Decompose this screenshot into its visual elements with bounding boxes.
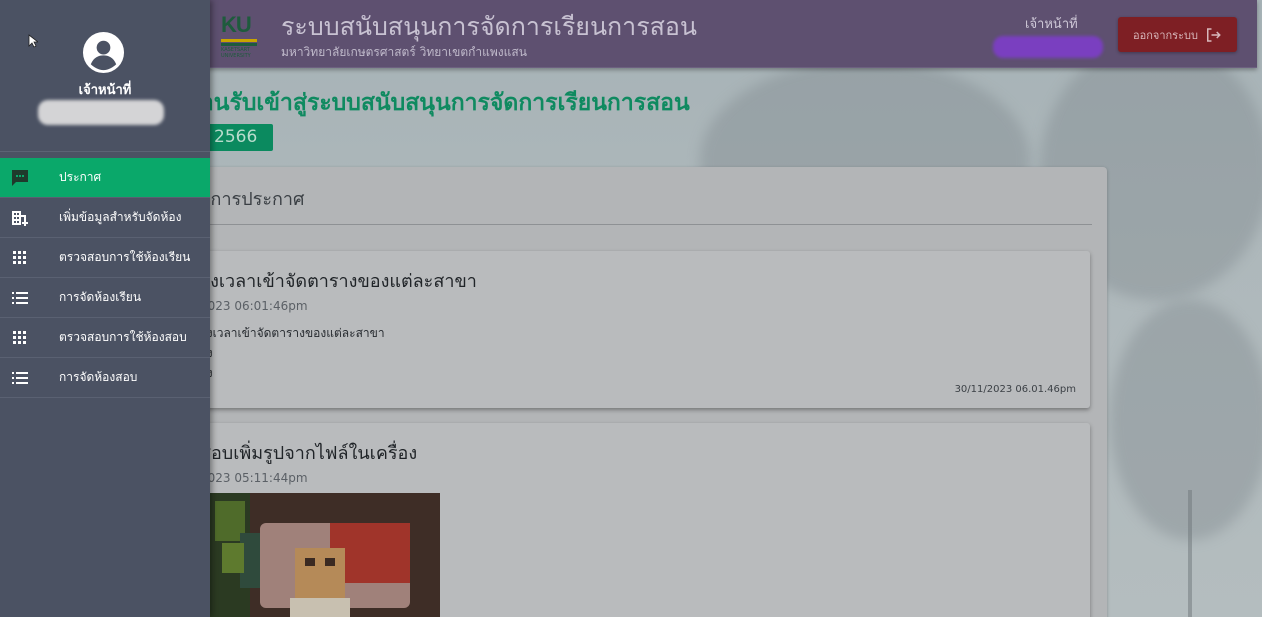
drawer-menu: ประกาศ เพิ่มข้อมูลสำหรับจัดห้อง ตรวจสอบก… (0, 158, 210, 398)
list-icon (12, 292, 28, 304)
post-date: 2023 06:01:46pm (200, 299, 308, 313)
menu-item-check-classrooms[interactable]: ตรวจสอบการใช้ห้องเรียน (0, 238, 210, 278)
user-name-redacted (993, 36, 1103, 58)
app-title: ระบบสนับสนุนการจัดการเรียนการสอน (281, 12, 698, 41)
user-role: เจ้าหน้าที่ (1025, 17, 1078, 32)
logout-icon (1206, 27, 1221, 42)
post-body: างเวลาเข้าจัดตารางของแต่ละสาขา าง าง (200, 323, 385, 383)
logo-text: KU (221, 12, 252, 37)
bg-pole (1188, 490, 1192, 617)
drawer-user-name-redacted (38, 100, 164, 125)
menu-item-label: ประกาศ (59, 170, 102, 184)
grid-icon (13, 251, 26, 264)
chat-icon (12, 170, 28, 186)
app-subtitle: มหาวิทยาลัยเกษตรศาสตร์ วิทยาเขตกำแพงแสน (281, 45, 527, 59)
menu-item-label: ตรวจสอบการใช้ห้องสอบ (59, 330, 187, 344)
grid-icon (13, 331, 26, 344)
logout-label: ออกจากระบบ (1133, 28, 1198, 42)
menu-item-manage-exam-rooms[interactable]: การจัดห้องสอบ (0, 358, 210, 398)
logo-stripe (221, 39, 257, 42)
announcement-post[interactable]: างเวลาเข้าจัดตารางของแต่ละสาขา 2023 06:0… (195, 251, 1090, 408)
announcement-post[interactable]: สอบเพิ่มรูปจากไฟล์ในเครื่อง 2023 05:11:4… (195, 423, 1090, 617)
post-body-line: างเวลาเข้าจัดตารางของแต่ละสาขา (200, 326, 385, 340)
menu-item-add-room-data[interactable]: เพิ่มข้อมูลสำหรับจัดห้อง (0, 198, 210, 238)
logo-stripe (221, 43, 257, 46)
user-avatar-icon (82, 31, 125, 74)
post-image (210, 493, 440, 617)
drawer-header: เจ้าหน้าที่ (0, 0, 210, 152)
post-body-line: าง (200, 363, 385, 383)
menu-item-announcements[interactable]: ประกาศ (0, 158, 210, 198)
post-body-line: าง (200, 343, 385, 363)
menu-item-label: การจัดห้องสอบ (59, 370, 138, 384)
post-timestamp: 30/11/2023 06.01.46pm (954, 384, 1076, 395)
drawer-user-role: เจ้าหน้าที่ (78, 83, 132, 98)
logo-small-text: KASETSART UNIVERSITY (221, 47, 251, 59)
menu-item-manage-classrooms[interactable]: การจัดห้องเรียน (0, 278, 210, 318)
building-add-icon (12, 211, 28, 226)
ku-logo: KU KASETSART UNIVERSITY (221, 12, 257, 59)
menu-item-label: การจัดห้องเรียน (59, 290, 142, 304)
bg-tree-shape (1110, 300, 1262, 540)
logout-button[interactable]: ออกจากระบบ (1118, 17, 1237, 52)
divider (200, 224, 1092, 225)
menu-item-label: ตรวจสอบการใช้ห้องเรียน (59, 250, 191, 264)
menu-item-label: เพิ่มข้อมูลสำหรับจัดห้อง (59, 210, 182, 224)
list-icon (12, 372, 28, 384)
mouse-cursor-icon (28, 34, 38, 48)
post-date: 2023 05:11:44pm (200, 471, 308, 485)
navigation-drawer: เจ้าหน้าที่ ประกาศ เพิ่มข้อมูลสำหรับจัดห… (0, 0, 210, 617)
menu-item-check-exam-rooms[interactable]: ตรวจสอบการใช้ห้องสอบ (0, 318, 210, 358)
welcome-heading: ต้อนรับเข้าสู่ระบบสนับสนุนการจัดการเรียน… (185, 90, 690, 116)
post-title: สอบเพิ่มรูปจากไฟล์ในเครื่อง (200, 443, 418, 464)
announcements-heading: ยการประกาศ (200, 189, 305, 210)
post-title: างเวลาเข้าจัดตารางของแต่ละสาขา (200, 271, 477, 292)
